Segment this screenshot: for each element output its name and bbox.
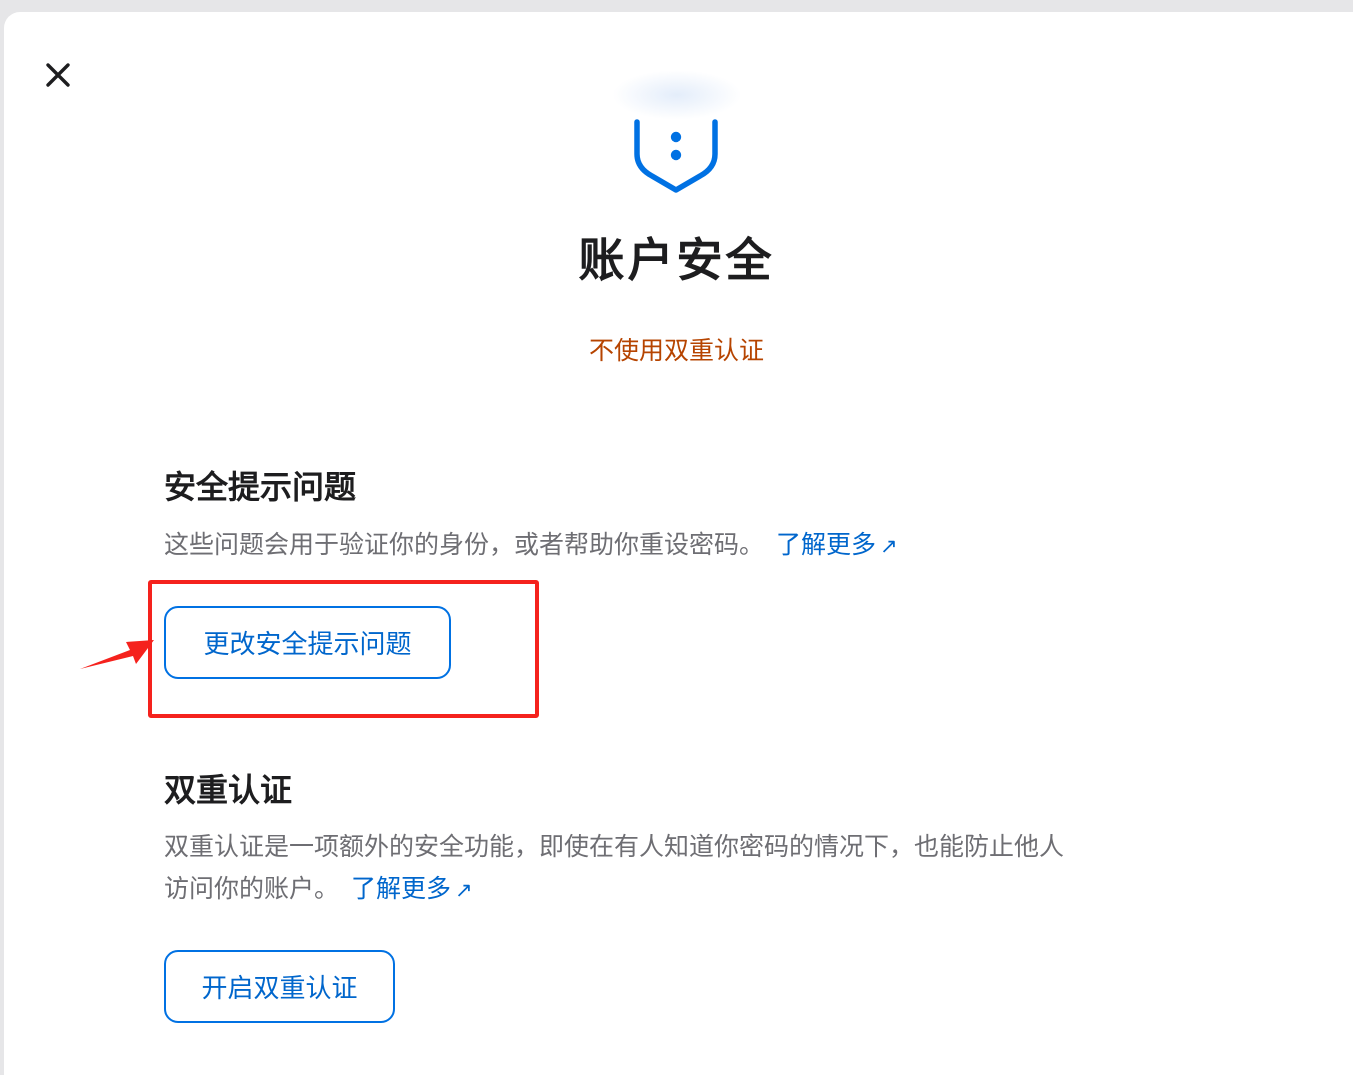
- two-factor-description-line2: 访问你的账户。: [164, 874, 340, 903]
- learn-more-link-two-factor[interactable]: 了解更多 ↗: [351, 874, 473, 903]
- security-questions-description: 这些问题会用于验证你的身份，或者帮助你重设密码。 了解更多 ↗: [164, 524, 898, 567]
- annotation-highlight-box: [148, 580, 539, 718]
- shield-icon: [634, 119, 718, 193]
- two-factor-description: 双重认证是一项额外的安全功能，即使在有人知道你密码的情况下，也能防止他人 访问你…: [164, 826, 1064, 911]
- external-link-arrow-icon: ↗: [880, 534, 898, 558]
- learn-more-label: 了解更多: [776, 530, 877, 559]
- two-factor-description-line2-wrap: 访问你的账户。 了解更多 ↗: [164, 868, 1064, 911]
- close-button[interactable]: [40, 57, 76, 93]
- two-factor-description-line1: 双重认证是一项额外的安全功能，即使在有人知道你密码的情况下，也能防止他人: [164, 832, 1065, 861]
- external-link-arrow-icon: ↗: [455, 878, 473, 902]
- hero-icon-backdrop: [612, 70, 742, 120]
- two-factor-status: 不使用双重认证: [588, 336, 764, 365]
- enable-two-factor-button[interactable]: 开启双重认证: [164, 950, 395, 1023]
- close-icon: [46, 63, 70, 87]
- annotation-arrow-icon: [80, 640, 154, 669]
- learn-more-label-two-factor: 了解更多: [351, 874, 452, 903]
- security-questions-heading: 安全提示问题: [164, 468, 357, 506]
- security-questions-description-text: 这些问题会用于验证你的身份，或者帮助你重设密码。: [164, 530, 765, 559]
- page-title: 账户安全: [578, 233, 775, 287]
- learn-more-link[interactable]: 了解更多 ↗: [776, 530, 898, 559]
- two-factor-heading: 双重认证: [164, 771, 293, 809]
